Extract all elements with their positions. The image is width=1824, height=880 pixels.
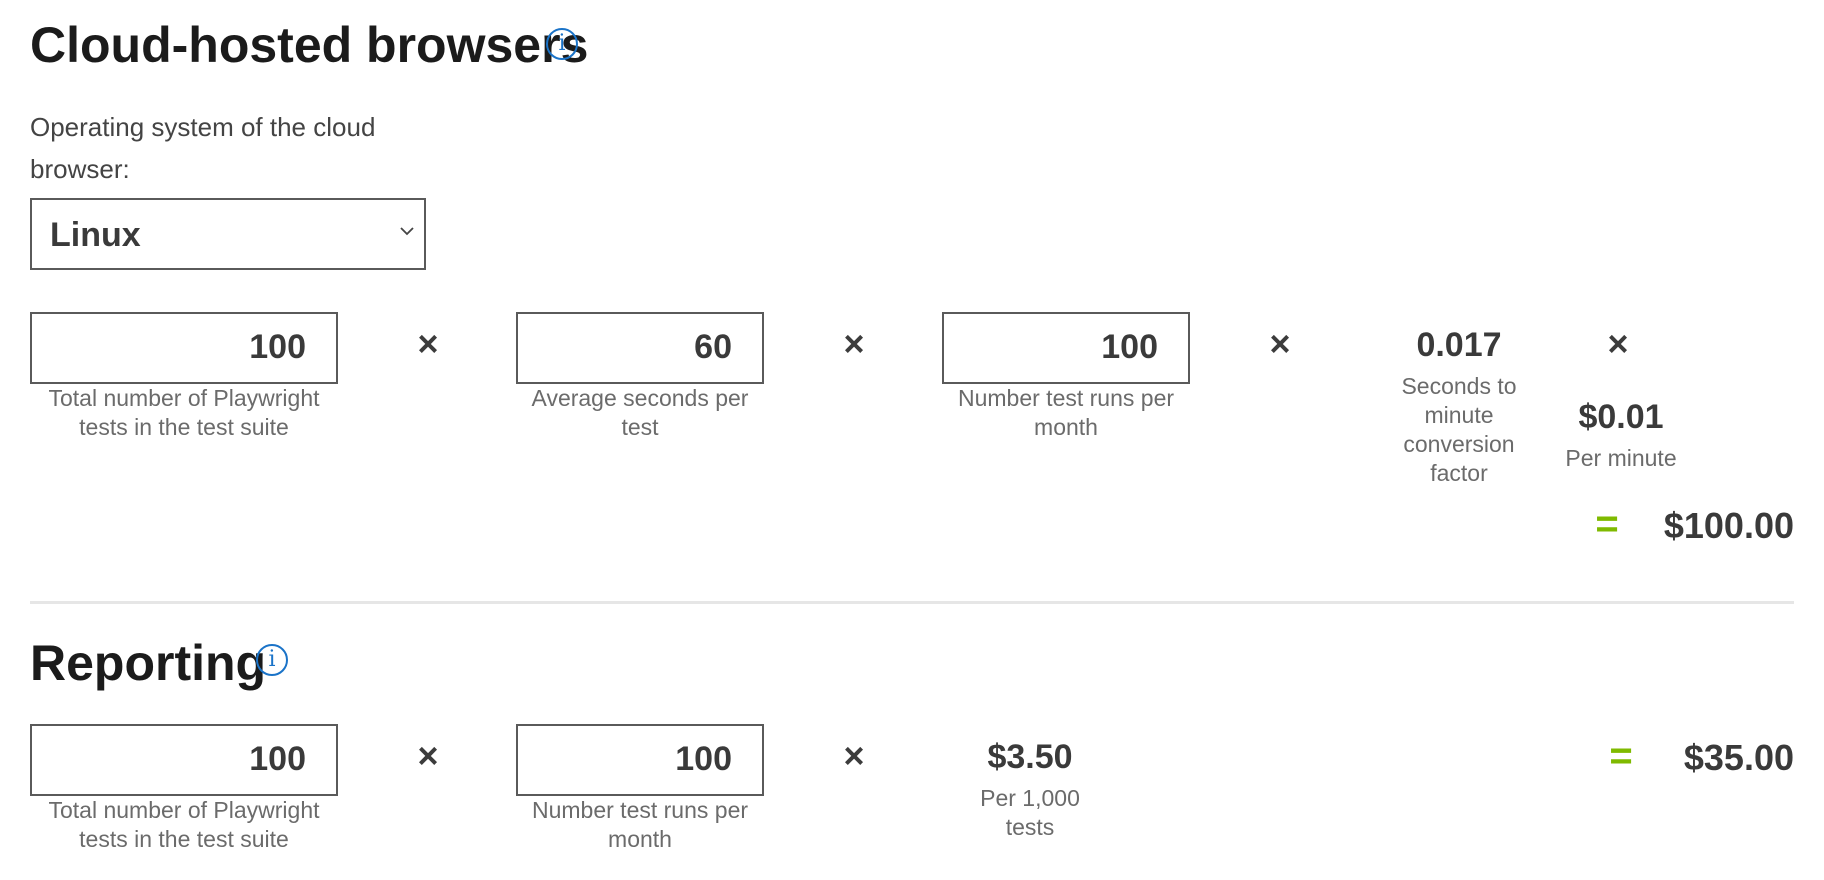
cloud-tests-caption: Total number of Playwright tests in the … — [48, 385, 320, 440]
os-select-value: Linux — [50, 216, 141, 254]
multiply-icon: × — [417, 323, 439, 364]
reporting-tests-caption: Total number of Playwright tests in the … — [48, 797, 320, 852]
equals-icon: = — [1595, 502, 1619, 546]
os-label: Operating system of the cloud browser: — [30, 112, 376, 184]
cloud-section-title: Cloud-hosted browsers — [30, 17, 589, 73]
cloud-runs-caption: Number test runs per month — [957, 385, 1175, 440]
reporting-section-title: Reporting — [30, 635, 267, 691]
multiply-icon: × — [1607, 323, 1629, 364]
cloud-price-value: $0.01 — [1578, 398, 1664, 436]
multiply-icon: × — [417, 735, 439, 776]
cloud-price-caption: Per minute — [1565, 445, 1677, 471]
multiply-icon: × — [1269, 323, 1291, 364]
reporting-section: Reporting i 100 Total number of Playwrig… — [0, 610, 1824, 880]
cloud-seconds-input[interactable]: 60 — [516, 312, 764, 384]
reporting-tests-input[interactable]: 100 — [30, 724, 338, 796]
cloud-info-icon[interactable]: i — [546, 28, 578, 60]
chevron-down-icon — [400, 227, 414, 236]
equals-icon: = — [1609, 734, 1633, 778]
cloud-total: $100.00 — [1663, 505, 1794, 546]
reporting-runs-input[interactable]: 100 — [516, 724, 764, 796]
cloud-seconds-caption: Average seconds per test — [531, 385, 749, 440]
reporting-price-caption: Per 1,000 tests — [980, 785, 1080, 840]
cloud-tests-input[interactable]: 100 — [30, 312, 338, 384]
reporting-runs-caption: Number test runs per month — [531, 797, 749, 852]
reporting-total: $35.00 — [1683, 737, 1794, 778]
cloud-runs-input[interactable]: 100 — [942, 312, 1190, 384]
conversion-factor-caption: Seconds to minute conversion factor — [1401, 373, 1517, 486]
cloud-section: Cloud-hosted browsers i Operating system… — [0, 0, 1824, 600]
reporting-price-value: $3.50 — [987, 738, 1073, 776]
section-divider — [30, 601, 1794, 604]
multiply-icon: × — [843, 735, 865, 776]
multiply-icon: × — [843, 323, 865, 364]
os-select[interactable]: Linux — [30, 198, 426, 270]
conversion-factor-value: 0.017 — [1416, 326, 1502, 364]
reporting-info-icon[interactable]: i — [256, 644, 288, 676]
